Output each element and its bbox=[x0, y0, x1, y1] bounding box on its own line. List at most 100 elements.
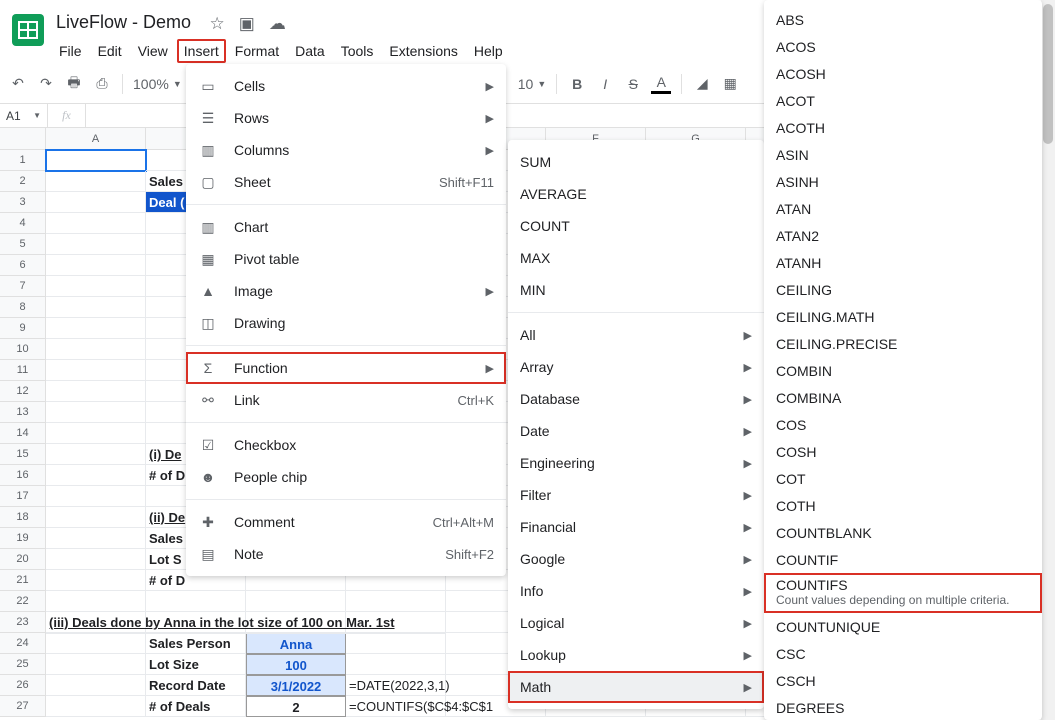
math-fn-acosh[interactable]: ACOSH bbox=[764, 60, 1042, 87]
cell[interactable] bbox=[46, 402, 146, 423]
insert-menu-rows[interactable]: ☰Rows▶ bbox=[186, 102, 506, 134]
print-icon[interactable]: 🖶 bbox=[64, 74, 84, 94]
row-header-7[interactable]: 7 bbox=[0, 276, 46, 297]
borders-icon[interactable]: ▦ bbox=[720, 74, 740, 94]
math-fn-asinh[interactable]: ASINH bbox=[764, 168, 1042, 195]
row-header-18[interactable]: 18 bbox=[0, 507, 46, 528]
fn-sum[interactable]: SUM bbox=[508, 146, 764, 178]
star-icon[interactable]: ☆ bbox=[210, 14, 225, 34]
bold-icon[interactable]: B bbox=[567, 74, 587, 94]
vertical-scrollbar[interactable] bbox=[1041, 0, 1055, 720]
math-fn-combin[interactable]: COMBIN bbox=[764, 357, 1042, 384]
math-fn-acos[interactable]: ACOS bbox=[764, 33, 1042, 60]
insert-menu-chart[interactable]: ▥Chart bbox=[186, 211, 506, 243]
cell[interactable] bbox=[46, 192, 146, 213]
cell[interactable]: =DATE(2022,3,1) bbox=[346, 675, 446, 696]
fn-cat-logical[interactable]: Logical▶ bbox=[508, 607, 764, 639]
fn-cat-lookup[interactable]: Lookup▶ bbox=[508, 639, 764, 671]
cell[interactable] bbox=[346, 591, 446, 612]
cell[interactable] bbox=[46, 381, 146, 402]
cell[interactable] bbox=[346, 633, 446, 654]
insert-menu-sheet[interactable]: ▢SheetShift+F11 bbox=[186, 166, 506, 198]
math-fn-atan2[interactable]: ATAN2 bbox=[764, 222, 1042, 249]
name-box[interactable]: A1▼ bbox=[0, 104, 48, 127]
menu-view[interactable]: View bbox=[131, 39, 175, 63]
menu-insert[interactable]: Insert bbox=[177, 39, 226, 63]
row-header-4[interactable]: 4 bbox=[0, 213, 46, 234]
insert-menu-columns[interactable]: ▥Columns▶ bbox=[186, 134, 506, 166]
cell[interactable] bbox=[46, 360, 146, 381]
insert-menu-drawing[interactable]: ◫Drawing bbox=[186, 307, 506, 339]
cell[interactable] bbox=[46, 486, 146, 507]
fn-max[interactable]: MAX bbox=[508, 242, 764, 274]
move-icon[interactable]: ▣ bbox=[239, 14, 255, 34]
fill-color-icon[interactable]: ◢ bbox=[692, 74, 712, 94]
row-header-10[interactable]: 10 bbox=[0, 339, 46, 360]
cell[interactable] bbox=[46, 255, 146, 276]
fn-cat-date[interactable]: Date▶ bbox=[508, 415, 764, 447]
insert-menu-checkbox[interactable]: ☑Checkbox bbox=[186, 429, 506, 461]
undo-icon[interactable]: ↶ bbox=[8, 74, 28, 94]
sheets-logo[interactable] bbox=[8, 10, 48, 50]
cell[interactable] bbox=[46, 150, 146, 171]
cell[interactable] bbox=[46, 696, 146, 717]
fn-cat-math[interactable]: Math▶ bbox=[508, 671, 764, 703]
insert-menu-link[interactable]: ⚯LinkCtrl+K bbox=[186, 384, 506, 416]
row-header-25[interactable]: 25 bbox=[0, 654, 46, 675]
cell[interactable] bbox=[46, 549, 146, 570]
math-fn-countifs[interactable]: COUNTIFSCount values depending on multip… bbox=[764, 573, 1042, 613]
cell[interactable]: =COUNTIFS($C$4:$C$1 bbox=[346, 696, 446, 717]
row-header-27[interactable]: 27 bbox=[0, 696, 46, 717]
cell[interactable]: Sales Person bbox=[146, 633, 246, 654]
cell[interactable] bbox=[46, 276, 146, 297]
cell[interactable] bbox=[46, 654, 146, 675]
strike-icon[interactable]: S bbox=[623, 74, 643, 94]
redo-icon[interactable]: ↷ bbox=[36, 74, 56, 94]
math-fn-countunique[interactable]: COUNTUNIQUE bbox=[764, 613, 1042, 640]
menu-file[interactable]: File bbox=[52, 39, 89, 63]
cell[interactable] bbox=[46, 297, 146, 318]
select-all-corner[interactable] bbox=[0, 128, 46, 150]
cell[interactable] bbox=[346, 654, 446, 675]
math-fn-atan[interactable]: ATAN bbox=[764, 195, 1042, 222]
row-header-11[interactable]: 11 bbox=[0, 360, 46, 381]
math-fn-cos[interactable]: COS bbox=[764, 411, 1042, 438]
cell[interactable] bbox=[46, 171, 146, 192]
font-size-select[interactable]: 10 ▼ bbox=[518, 76, 547, 92]
paint-format-icon[interactable]: ⎙ bbox=[92, 74, 112, 94]
row-header-17[interactable]: 17 bbox=[0, 486, 46, 507]
math-fn-abs[interactable]: ABS bbox=[764, 6, 1042, 33]
menu-data[interactable]: Data bbox=[288, 39, 332, 63]
row-header-8[interactable]: 8 bbox=[0, 297, 46, 318]
math-fn-ceiling-precise[interactable]: CEILING.PRECISE bbox=[764, 330, 1042, 357]
row-header-23[interactable]: 23 bbox=[0, 612, 46, 633]
fn-cat-google[interactable]: Google▶ bbox=[508, 543, 764, 575]
cell[interactable]: Record Date bbox=[146, 675, 246, 696]
fn-cat-array[interactable]: Array▶ bbox=[508, 351, 764, 383]
fn-min[interactable]: MIN bbox=[508, 274, 764, 306]
math-fn-ceiling[interactable]: CEILING bbox=[764, 276, 1042, 303]
row-header-1[interactable]: 1 bbox=[0, 150, 46, 171]
math-fn-coth[interactable]: COTH bbox=[764, 492, 1042, 519]
insert-menu-comment[interactable]: ✚CommentCtrl+Alt+M bbox=[186, 506, 506, 538]
math-fn-combina[interactable]: COMBINA bbox=[764, 384, 1042, 411]
cell[interactable]: (iii) Deals done by Anna in the lot size… bbox=[46, 612, 446, 634]
cell[interactable]: # of Deals bbox=[146, 696, 246, 717]
fn-average[interactable]: AVERAGE bbox=[508, 178, 764, 210]
fn-cat-all[interactable]: All▶ bbox=[508, 319, 764, 351]
zoom-select[interactable]: 100% ▼ bbox=[133, 76, 182, 92]
cell[interactable]: 2 bbox=[246, 696, 346, 717]
math-fn-asin[interactable]: ASIN bbox=[764, 141, 1042, 168]
fn-cat-info[interactable]: Info▶ bbox=[508, 575, 764, 607]
cell[interactable] bbox=[46, 423, 146, 444]
row-header-22[interactable]: 22 bbox=[0, 591, 46, 612]
cell[interactable] bbox=[46, 444, 146, 465]
cell[interactable]: Lot Size bbox=[146, 654, 246, 675]
text-color-icon[interactable]: A bbox=[651, 74, 671, 94]
cell[interactable]: 100 bbox=[246, 654, 346, 675]
cell[interactable] bbox=[46, 465, 146, 486]
cell[interactable] bbox=[146, 591, 246, 612]
menu-extensions[interactable]: Extensions bbox=[382, 39, 464, 63]
row-header-3[interactable]: 3 bbox=[0, 192, 46, 213]
row-header-5[interactable]: 5 bbox=[0, 234, 46, 255]
